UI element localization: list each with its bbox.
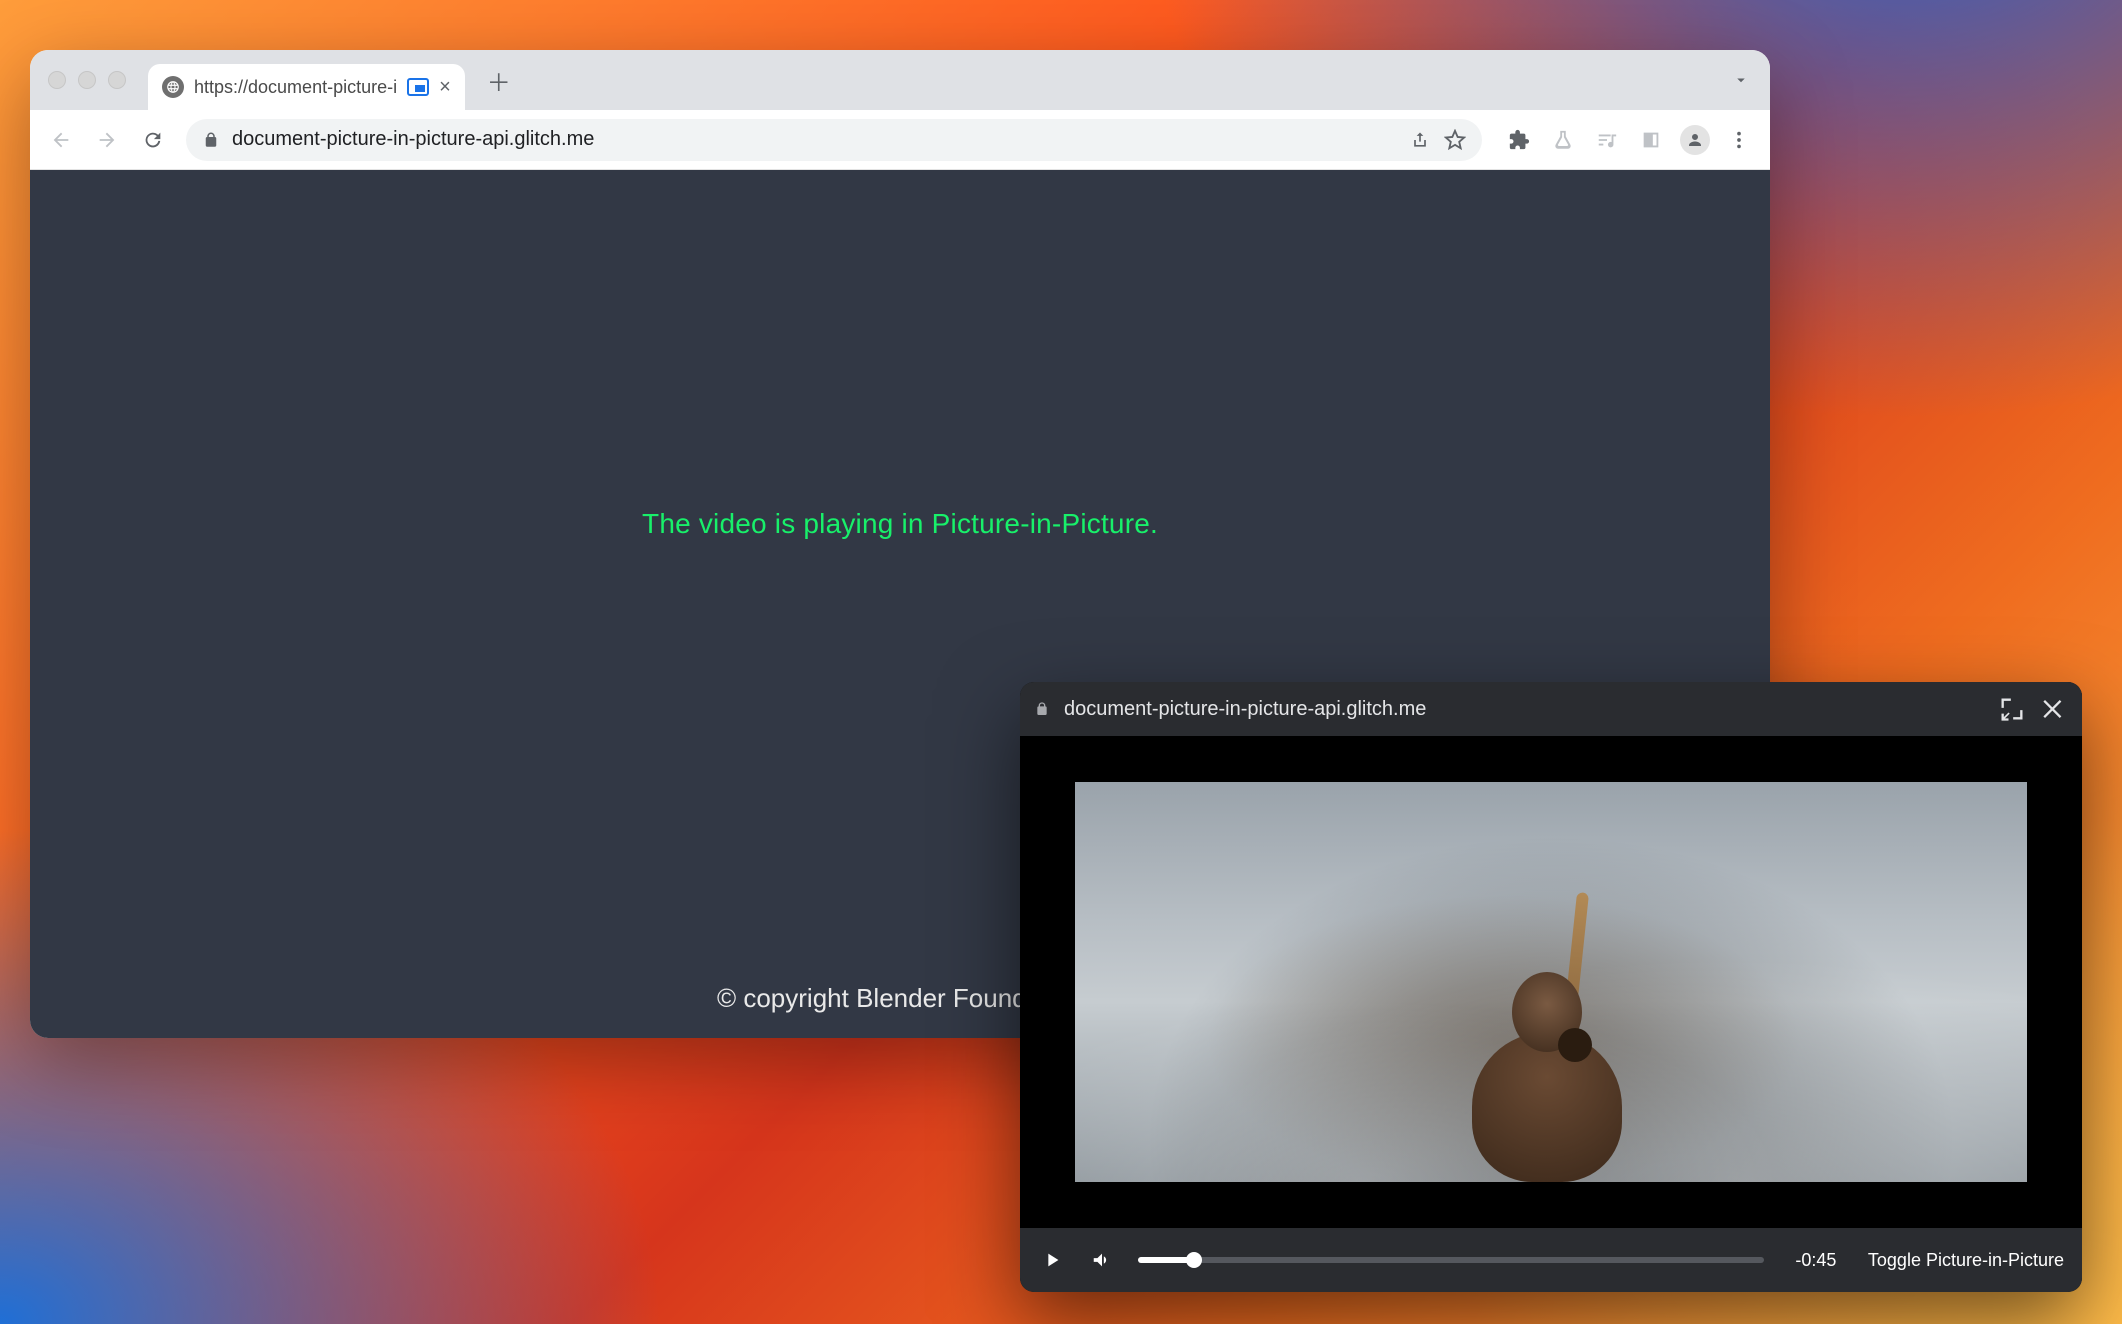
chrome-menu-button[interactable]	[1718, 119, 1760, 161]
video-frame	[1075, 782, 2027, 1182]
chevron-down-icon	[1732, 71, 1750, 89]
seek-bar[interactable]	[1138, 1257, 1764, 1263]
extensions-button[interactable]	[1498, 119, 1540, 161]
video-controls: -0:45 Toggle Picture-in-Picture	[1020, 1228, 2082, 1292]
lock-icon	[1034, 701, 1050, 717]
window-close-button[interactable]	[48, 71, 66, 89]
pip-back-to-tab-button[interactable]	[1998, 695, 2026, 723]
labs-button[interactable]	[1542, 119, 1584, 161]
kebab-icon	[1728, 129, 1750, 151]
window-traffic-lights[interactable]	[48, 71, 126, 89]
profile-button[interactable]	[1674, 119, 1716, 161]
play-icon	[1041, 1249, 1063, 1271]
address-bar-url: document-picture-in-picture-api.glitch.m…	[232, 128, 1398, 151]
browser-tab[interactable]: https://document-picture-i ×	[148, 64, 465, 110]
forward-button[interactable]	[86, 119, 128, 161]
pip-video[interactable]	[1020, 736, 2082, 1228]
tab-title: https://document-picture-i	[194, 77, 397, 98]
window-minimize-button[interactable]	[78, 71, 96, 89]
pip-status-message: The video is playing in Picture-in-Pictu…	[642, 508, 1158, 540]
tab-search-button[interactable]	[1724, 63, 1758, 97]
reload-button[interactable]	[132, 119, 174, 161]
tab-close-button[interactable]: ×	[439, 76, 451, 99]
toggle-pip-button[interactable]: Toggle Picture-in-Picture	[1868, 1250, 2064, 1271]
pip-close-button[interactable]	[2040, 695, 2068, 723]
address-bar[interactable]: document-picture-in-picture-api.glitch.m…	[186, 119, 1482, 161]
expand-icon	[1998, 695, 2026, 723]
globe-icon	[162, 76, 184, 98]
tab-strip: https://document-picture-i × ＋	[30, 50, 1770, 110]
pip-titlebar[interactable]: document-picture-in-picture-api.glitch.m…	[1020, 682, 2082, 736]
panel-icon	[1640, 129, 1662, 151]
share-icon[interactable]	[1410, 130, 1430, 150]
play-button[interactable]	[1038, 1246, 1066, 1274]
new-tab-button[interactable]: ＋	[483, 64, 515, 96]
reload-icon	[142, 129, 164, 151]
flask-icon	[1552, 129, 1574, 151]
time-remaining: -0:45	[1786, 1250, 1846, 1271]
volume-icon	[1091, 1249, 1113, 1271]
media-control-button[interactable]	[1586, 119, 1628, 161]
music-note-icon	[1596, 129, 1618, 151]
bookmark-icon[interactable]	[1444, 129, 1466, 151]
back-button[interactable]	[40, 119, 82, 161]
pip-title: document-picture-in-picture-api.glitch.m…	[1064, 698, 1984, 721]
side-panel-button[interactable]	[1630, 119, 1672, 161]
pip-indicator-icon	[407, 78, 429, 96]
arrow-left-icon	[50, 129, 72, 151]
arrow-right-icon	[96, 129, 118, 151]
avatar-icon	[1680, 125, 1710, 155]
puzzle-icon	[1508, 129, 1530, 151]
pip-window: document-picture-in-picture-api.glitch.m…	[1020, 682, 2082, 1292]
browser-toolbar: document-picture-in-picture-api.glitch.m…	[30, 110, 1770, 170]
window-zoom-button[interactable]	[108, 71, 126, 89]
close-icon	[2040, 695, 2068, 723]
mute-button[interactable]	[1088, 1246, 1116, 1274]
lock-icon	[202, 131, 220, 149]
